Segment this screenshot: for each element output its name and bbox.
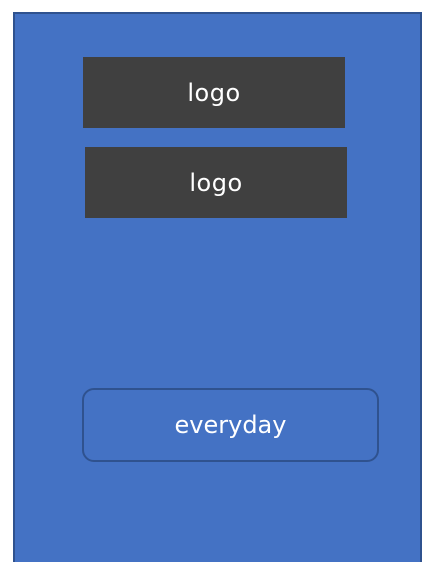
logo-placeholder-bottom: logo [85, 147, 347, 218]
app-screen: logo logo everyday [13, 12, 422, 562]
logo-placeholder-top: logo [83, 57, 345, 128]
everyday-button-label: everyday [174, 411, 287, 439]
logo-label: logo [187, 78, 241, 107]
logo-label: logo [189, 168, 243, 197]
everyday-button[interactable]: everyday [82, 388, 379, 462]
